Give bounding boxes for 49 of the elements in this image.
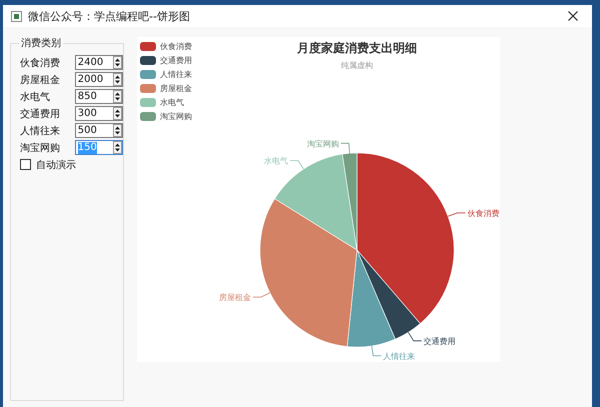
spin-box[interactable]: 850 xyxy=(74,89,123,104)
legend-label: 交通费用 xyxy=(160,54,192,66)
spin-arrows-icon[interactable] xyxy=(113,107,122,120)
spin-arrows-icon[interactable] xyxy=(113,73,122,86)
field-label: 水电气 xyxy=(20,90,51,104)
slice-label: 伙食消费 xyxy=(467,208,500,218)
slice-label: 淘宝网购 xyxy=(306,139,339,148)
spin-box[interactable]: 2000 xyxy=(74,72,123,87)
chart-subtitle: 纯属虚构 xyxy=(341,60,373,71)
leader-line xyxy=(408,332,422,342)
spin-arrows-icon[interactable] xyxy=(113,124,122,137)
legend-item[interactable]: 淘宝网购 xyxy=(140,110,192,122)
legend-item[interactable]: 交通费用 xyxy=(140,54,192,66)
leader-line xyxy=(371,345,382,356)
legend-item[interactable]: 房屋租金 xyxy=(140,82,192,94)
slice-label: 人情往来 xyxy=(383,352,416,361)
slice-label: 房屋租金 xyxy=(218,293,251,302)
spin-box[interactable]: 300 xyxy=(74,106,123,121)
leader-line xyxy=(448,212,466,217)
spin-arrows-icon[interactable] xyxy=(113,90,122,103)
close-icon[interactable] xyxy=(568,11,578,21)
field-label: 交通费用 xyxy=(20,108,61,120)
app-icon xyxy=(11,10,22,22)
legend-label: 伙食消费 xyxy=(160,40,192,52)
legend-item[interactable]: 人情往来 xyxy=(140,68,192,80)
group-title: 消费类别 xyxy=(19,36,63,50)
field-label: 人情往来 xyxy=(20,124,61,138)
field-label: 房屋租金 xyxy=(20,74,61,86)
spin-arrows-icon[interactable] xyxy=(113,56,122,69)
legend-item[interactable]: 伙食消费 xyxy=(140,40,192,52)
checkbox[interactable] xyxy=(20,159,31,170)
legend-label: 水电气 xyxy=(160,96,184,108)
slice-label: 交通费用 xyxy=(424,336,456,346)
field-label: 伙食消费 xyxy=(20,56,61,70)
field-label: 淘宝网购 xyxy=(20,142,61,154)
spin-box[interactable]: 500 xyxy=(74,123,123,138)
chart-title: 月度家庭消费支出明细 xyxy=(297,40,417,57)
leader-line xyxy=(252,292,270,298)
window-title: 微信公众号：学点编程吧--饼形图 xyxy=(28,8,191,24)
checkbox-label: 自动演示 xyxy=(36,158,76,172)
leader-line xyxy=(290,160,304,170)
spin-arrows-icon[interactable] xyxy=(113,141,122,154)
spin-box[interactable]: 2400 xyxy=(74,55,123,70)
slice-label: 水电气 xyxy=(264,156,288,166)
legend-label: 人情往来 xyxy=(160,68,192,80)
legend-label: 淘宝网购 xyxy=(160,110,192,122)
legend-label: 房屋租金 xyxy=(160,82,192,94)
legend-item[interactable]: 水电气 xyxy=(140,96,192,108)
leader-line xyxy=(340,142,350,154)
